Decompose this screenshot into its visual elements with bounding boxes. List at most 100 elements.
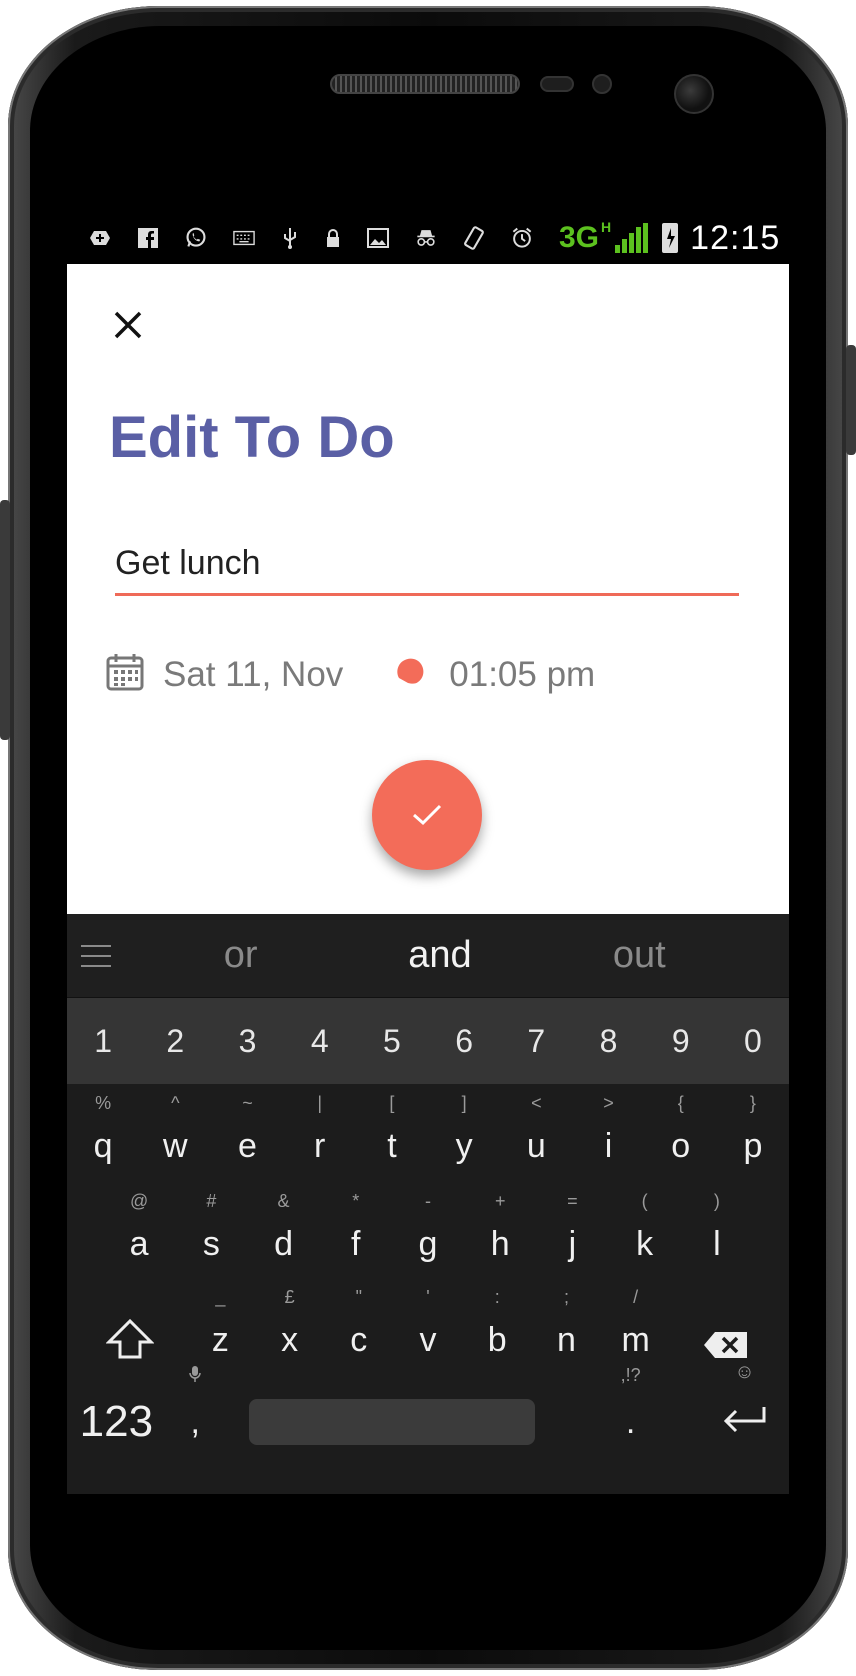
number-key[interactable]: 9 (645, 1023, 717, 1060)
letter-key[interactable]: # s (175, 1191, 247, 1264)
key-hint: + (494, 1191, 506, 1211)
period-key[interactable]: ,!? . (601, 1365, 660, 1442)
letter-key[interactable]: @ a (103, 1191, 175, 1264)
key-label: s (202, 1225, 220, 1263)
backspace-icon (703, 1332, 747, 1358)
shift-key[interactable] (75, 1318, 186, 1360)
letter-key[interactable]: ^ w (139, 1093, 211, 1166)
key-label: j (568, 1225, 577, 1263)
letter-key[interactable]: ] y (428, 1093, 500, 1166)
key-label: q (93, 1127, 113, 1165)
suggestion-strip: or and out (67, 914, 789, 998)
key-hint: % (95, 1093, 112, 1113)
letter-key[interactable]: £ x (255, 1287, 324, 1360)
close-button[interactable] (105, 302, 151, 348)
emoji-hint: ☺ (734, 1361, 755, 1383)
backspace-key[interactable] (670, 1330, 781, 1360)
date-value[interactable]: Sat 11, Nov (163, 655, 343, 695)
letter-key[interactable]: -g (392, 1191, 464, 1264)
letter-key[interactable]: % q (67, 1093, 139, 1166)
key-label: r (314, 1127, 326, 1165)
letter-key[interactable]: / m (601, 1287, 670, 1360)
number-key[interactable]: 1 (67, 1023, 139, 1060)
letter-key[interactable]: | r (284, 1093, 356, 1166)
key-hint: @ (129, 1191, 149, 1211)
alarm-icon (511, 227, 533, 249)
suggestion-right[interactable]: out (540, 934, 739, 977)
letter-key[interactable]: " c (324, 1287, 393, 1360)
device-screen: 3G H 12:15 Edit To Do Get lunch Sat 11, … (67, 212, 789, 1494)
key-label: f (351, 1225, 361, 1263)
number-key[interactable]: 0 (717, 1023, 789, 1060)
date-time-row: Sat 11, Nov 01:05 pm (105, 652, 595, 697)
letter-key[interactable]: _ z (186, 1287, 255, 1360)
letter-key[interactable]: & d (247, 1191, 319, 1264)
facebook-icon (137, 227, 159, 249)
key-hint: = (567, 1191, 578, 1211)
number-key[interactable]: 2 (139, 1023, 211, 1060)
number-key[interactable]: 3 (211, 1023, 283, 1060)
whatsapp-icon (185, 227, 207, 249)
key-hint: & (277, 1191, 290, 1211)
number-key[interactable]: 6 (428, 1023, 500, 1060)
number-key[interactable]: 8 (572, 1023, 644, 1060)
space-key[interactable] (248, 1399, 536, 1445)
letter-key[interactable]: > i (572, 1093, 644, 1166)
key-hint: ~ (242, 1093, 253, 1113)
letter-key[interactable]: = j (536, 1191, 608, 1264)
volume-button (0, 500, 10, 740)
soft-keyboard: or and out 1234567890 % q ^ w ~ e | r[t] y < u > i{o… (67, 914, 789, 1494)
key-hint: ] (461, 1093, 467, 1113)
light-sensor (592, 74, 612, 94)
suggestion-center[interactable]: and (340, 934, 539, 977)
letter-key[interactable]: + h (464, 1191, 536, 1264)
calendar-icon[interactable] (105, 652, 145, 697)
time-value[interactable]: 01:05 pm (449, 655, 595, 695)
key-row-3: _ z £ x " c ' v: b; n / m (67, 1278, 789, 1374)
key-hint: £ (284, 1287, 295, 1307)
key-hint: [ (389, 1093, 395, 1113)
screen-rotation-icon (463, 226, 485, 250)
enter-key[interactable]: ☺ (700, 1361, 789, 1439)
key-row-bottom: 123 , ,!? . ☺ (67, 1361, 789, 1470)
todo-title-input[interactable] (115, 534, 739, 596)
letter-key[interactable]: ' v (393, 1287, 462, 1360)
key-hint: " (355, 1287, 362, 1307)
symbols-key[interactable]: 123 (67, 1397, 166, 1447)
network-type: 3G (559, 221, 600, 254)
letter-key[interactable]: [t (356, 1093, 428, 1166)
key-row-1: % q ^ w ~ e | r[t] y < u > i{o} p (67, 1084, 789, 1180)
key-hint: < (531, 1093, 542, 1113)
alarm-clock-icon[interactable] (395, 655, 429, 694)
number-key[interactable]: 4 (284, 1023, 356, 1060)
letter-key[interactable]: (k (609, 1191, 681, 1264)
save-button[interactable] (372, 760, 482, 870)
key-hint: # (206, 1191, 217, 1211)
key-hint: ) (713, 1191, 720, 1211)
keyboard-menu-icon[interactable] (81, 944, 141, 967)
letter-key[interactable]: } p (717, 1093, 789, 1166)
letter-key[interactable]: ~ e (211, 1093, 283, 1166)
key-label: o (671, 1127, 691, 1165)
letter-key[interactable]: :b (463, 1287, 532, 1360)
letter-key[interactable]: ) l (681, 1191, 753, 1264)
comma-key[interactable]: , (166, 1365, 225, 1442)
number-key[interactable]: 5 (356, 1023, 428, 1060)
status-bar: 3G H 12:15 (67, 212, 789, 264)
letter-key[interactable]: * f (320, 1191, 392, 1264)
battery-icon (662, 223, 679, 253)
letter-key[interactable]: {o (645, 1093, 717, 1166)
letter-key[interactable]: < u (500, 1093, 572, 1166)
network-sub: H (601, 218, 612, 235)
number-key[interactable]: 7 (500, 1023, 572, 1060)
key-hint: } (749, 1093, 756, 1113)
key-hint: { (677, 1093, 684, 1113)
key-hint: - (424, 1191, 431, 1211)
key-label: i (604, 1127, 613, 1165)
suggestion-left[interactable]: or (141, 934, 340, 977)
letter-key[interactable]: ; n (532, 1287, 601, 1360)
earpiece-speaker (330, 74, 520, 94)
key-label: l (713, 1225, 721, 1263)
edit-todo-dialog: Edit To Do Sat 11, Nov 01:05 (67, 264, 789, 914)
key-hint: ( (641, 1191, 648, 1211)
